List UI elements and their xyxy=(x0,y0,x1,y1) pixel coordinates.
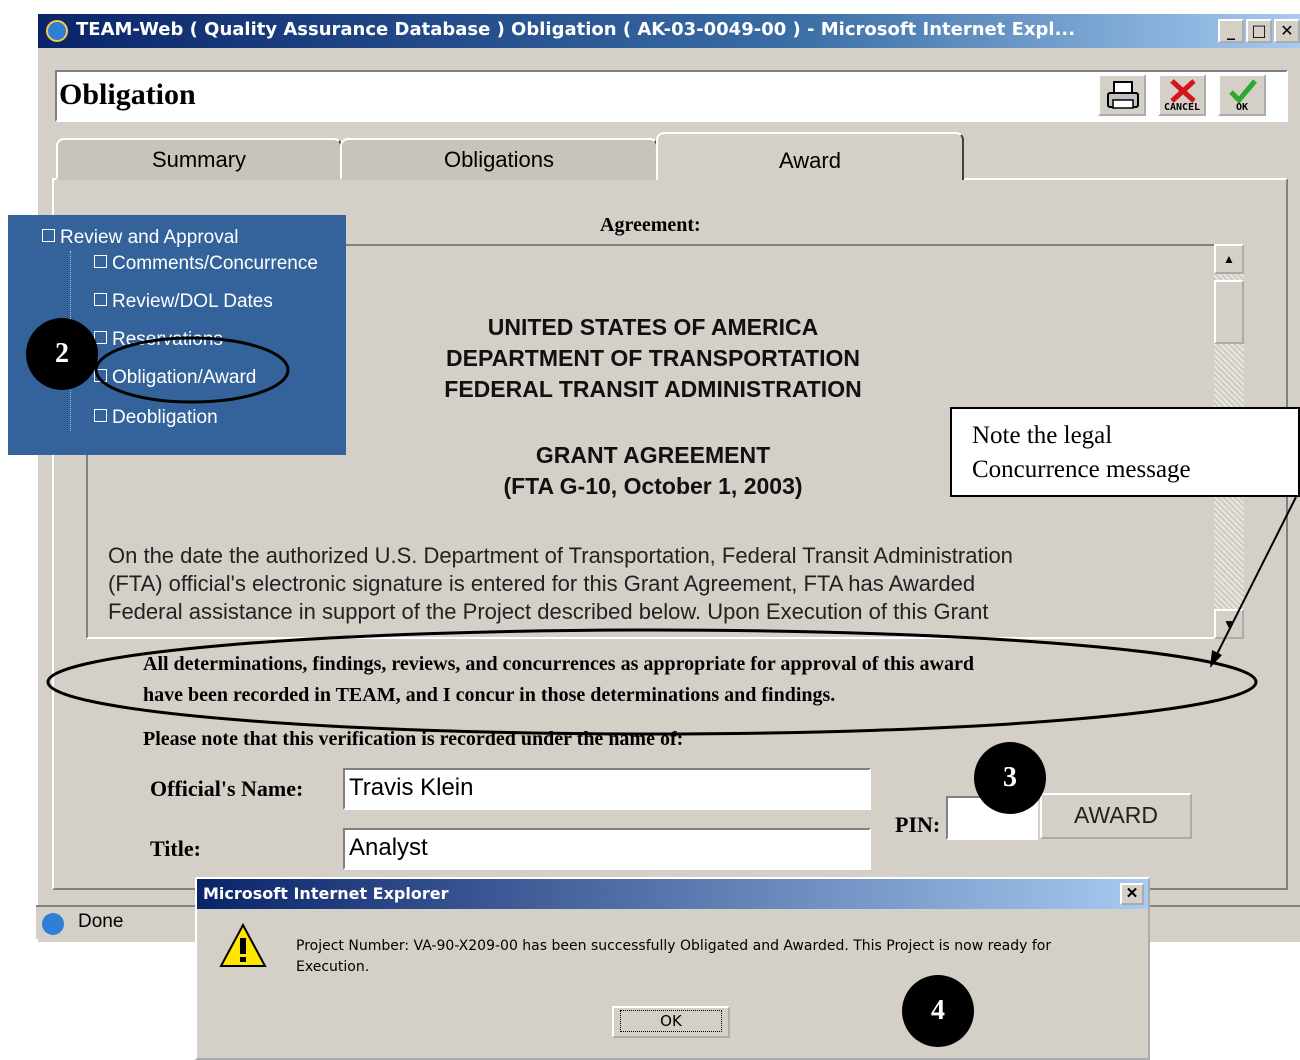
warning-icon xyxy=(219,922,267,967)
highlight-ellipse-concurrence xyxy=(46,628,1258,736)
step-4-marker: 4 xyxy=(902,975,974,1047)
dialog-message: Project Number: VA-90-X209-00 has been s… xyxy=(296,936,1136,978)
note-arrow xyxy=(1213,496,1297,661)
dialog-title: Microsoft Internet Explorer xyxy=(203,884,449,903)
dialog-message-line: Project Number: VA-90-X209-00 has been s… xyxy=(296,938,1052,954)
step-2-marker: 2 xyxy=(26,318,98,390)
dialog-message-line: Execution. xyxy=(296,959,370,975)
note-line: Note the legal xyxy=(972,422,1113,449)
note-callout: Note the legal Concurrence message xyxy=(950,407,1300,497)
dialog-close-button[interactable]: ✕ xyxy=(1120,883,1144,905)
dialog-titlebar[interactable]: Microsoft Internet Explorer xyxy=(197,879,1148,909)
note-line: Concurrence message xyxy=(972,456,1191,483)
step-3-marker: 3 xyxy=(974,742,1046,814)
dialog-ok-button[interactable]: OK xyxy=(612,1006,730,1038)
highlight-ellipse-obligation-award xyxy=(94,336,290,404)
dialog-ok-label: OK xyxy=(620,1010,722,1032)
